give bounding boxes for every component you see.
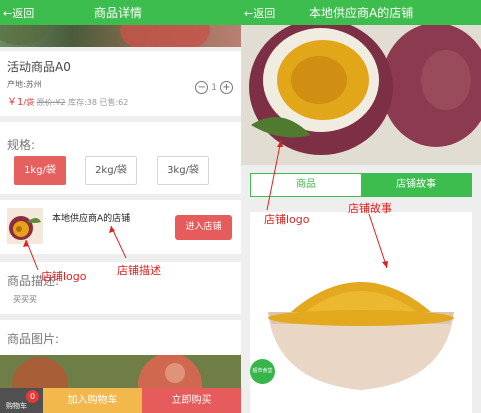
annotation-store-logo: 店铺logo bbox=[264, 213, 310, 226]
product-detail-screen: ←返回 商品详情 活动商品A0 产地:苏州 ￥1/袋 原价:¥2 库存:38 已… bbox=[0, 0, 241, 413]
arrow-annotation-icon bbox=[23, 225, 127, 271]
app-root: ←返回 商品详情 活动商品A0 产地:苏州 ￥1/袋 原价:¥2 库存:38 已… bbox=[0, 0, 481, 413]
annotation-store-story: 店铺故事 bbox=[348, 202, 392, 215]
annotation-store-logo: 店铺logo bbox=[41, 270, 87, 283]
store-screen: ←返回 本地供应商A的店铺 商品 店铺故事 超市食堂 店铺logo 店铺故事 bbox=[241, 0, 481, 413]
annotation-store-description: 店铺描述 bbox=[117, 264, 161, 277]
